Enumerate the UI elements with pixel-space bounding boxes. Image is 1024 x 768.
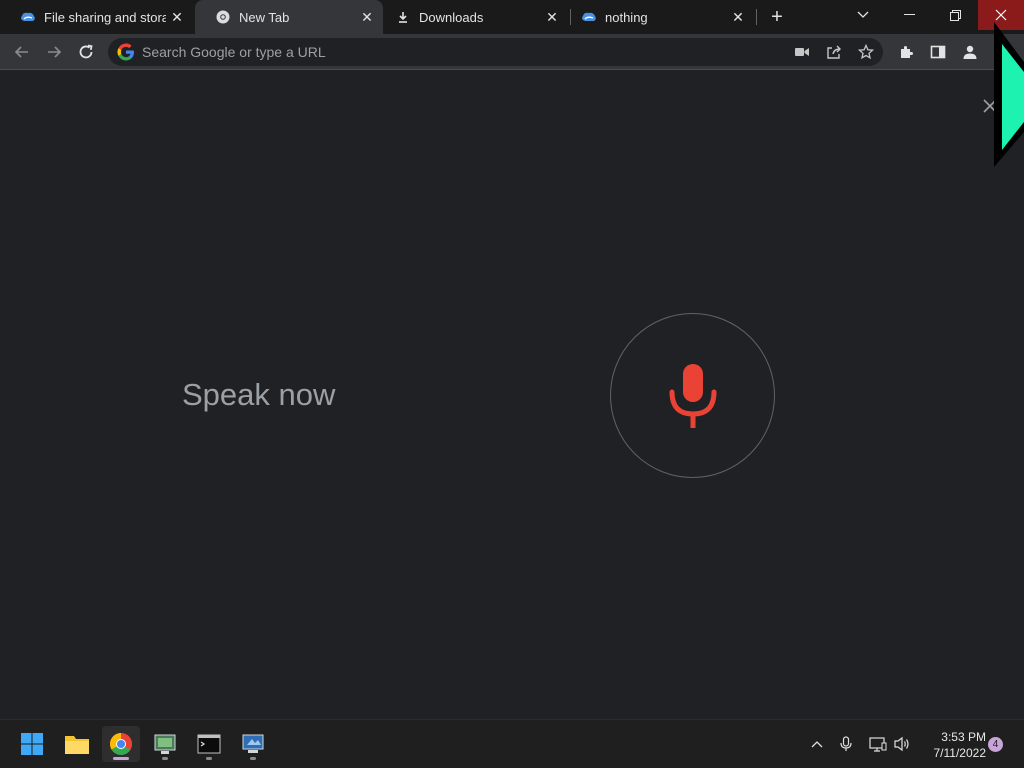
taskbar: 3:53 PM 7/11/2022 4 <box>0 719 1024 768</box>
microphone-icon <box>669 363 716 428</box>
taskbar-remote-desktop[interactable] <box>234 726 272 762</box>
clock-time: 3:53 PM <box>941 730 986 744</box>
cloud-icon <box>581 9 597 25</box>
back-button[interactable] <box>10 40 34 64</box>
extensions-icon[interactable] <box>897 43 915 61</box>
omnibox-input[interactable] <box>142 44 762 60</box>
taskbar-app[interactable] <box>146 726 184 762</box>
forward-button[interactable] <box>42 40 66 64</box>
taskbar-clock[interactable]: 3:53 PM 7/11/2022 <box>916 729 987 761</box>
tab-nothing[interactable]: nothing ✕ <box>571 0 754 34</box>
restore-button[interactable] <box>932 0 978 30</box>
side-panel-icon[interactable] <box>929 43 947 61</box>
taskbar-file-explorer[interactable] <box>58 726 96 762</box>
browser-window: File sharing and storag ✕ New Tab ✕ Down… <box>0 0 1024 768</box>
share-icon[interactable] <box>825 43 843 61</box>
taskbar-chrome[interactable] <box>102 726 140 762</box>
new-tab-button[interactable]: + <box>766 6 788 28</box>
active-indicator <box>113 757 129 760</box>
download-icon <box>395 9 411 25</box>
start-icon <box>21 733 43 755</box>
tab-search-button[interactable] <box>840 0 886 30</box>
microphone-tray-icon[interactable] <box>837 735 855 753</box>
reload-icon <box>79 44 93 59</box>
running-indicator <box>250 757 256 760</box>
tab-title: Downloads <box>419 9 484 25</box>
tab-file-sharing[interactable]: File sharing and storag ✕ <box>0 0 193 34</box>
file-explorer-icon <box>65 736 89 754</box>
minimize-icon <box>903 14 915 15</box>
tab-close-icon[interactable]: ✕ <box>730 9 746 25</box>
chevron-down-icon <box>857 11 869 18</box>
close-icon <box>995 9 1007 21</box>
google-icon <box>117 43 135 61</box>
taskbar-terminal[interactable] <box>190 726 228 762</box>
remote-desktop-icon <box>242 734 264 753</box>
browser-toolbar <box>0 34 1024 70</box>
tab-close-icon[interactable]: ✕ <box>169 9 185 25</box>
clock-date: 7/11/2022 <box>933 746 987 760</box>
speak-now-text: Speak now <box>182 377 336 412</box>
cloud-icon <box>20 9 36 25</box>
bookmark-star-icon[interactable] <box>857 43 875 61</box>
chrome-icon <box>215 9 231 25</box>
tab-title: File sharing and storag <box>44 9 166 25</box>
tab-separator <box>756 9 757 25</box>
arrow-right-icon <box>48 46 62 58</box>
profile-icon[interactable] <box>961 43 979 61</box>
microphone-button[interactable] <box>610 313 775 478</box>
tab-title: nothing <box>605 9 648 25</box>
volume-icon[interactable] <box>893 735 911 753</box>
arrow-left-icon <box>14 46 28 58</box>
tab-close-icon[interactable]: ✕ <box>359 9 375 25</box>
tab-new-tab[interactable]: New Tab ✕ <box>195 0 383 34</box>
tab-downloads[interactable]: Downloads ✕ <box>385 0 568 34</box>
chevron-up-icon[interactable] <box>808 735 826 753</box>
app-icon <box>154 734 176 754</box>
chrome-icon <box>110 733 132 755</box>
camera-icon[interactable] <box>793 43 811 61</box>
notification-badge[interactable]: 4 <box>988 737 1003 752</box>
address-bar[interactable] <box>108 38 883 66</box>
minimize-button[interactable] <box>886 0 932 30</box>
restore-icon <box>949 9 961 21</box>
cursor-arrow-icon <box>994 22 1024 167</box>
running-indicator <box>162 757 168 760</box>
reload-button[interactable] <box>74 40 98 64</box>
tab-strip: File sharing and storag ✕ New Tab ✕ Down… <box>0 0 1024 34</box>
running-indicator <box>206 757 212 760</box>
start-button[interactable] <box>13 726 51 762</box>
tab-close-icon[interactable]: ✕ <box>544 9 560 25</box>
terminal-icon <box>197 734 221 754</box>
network-icon[interactable] <box>869 735 887 753</box>
voice-search-overlay: Speak now <box>0 71 1024 719</box>
tab-title: New Tab <box>239 9 290 25</box>
